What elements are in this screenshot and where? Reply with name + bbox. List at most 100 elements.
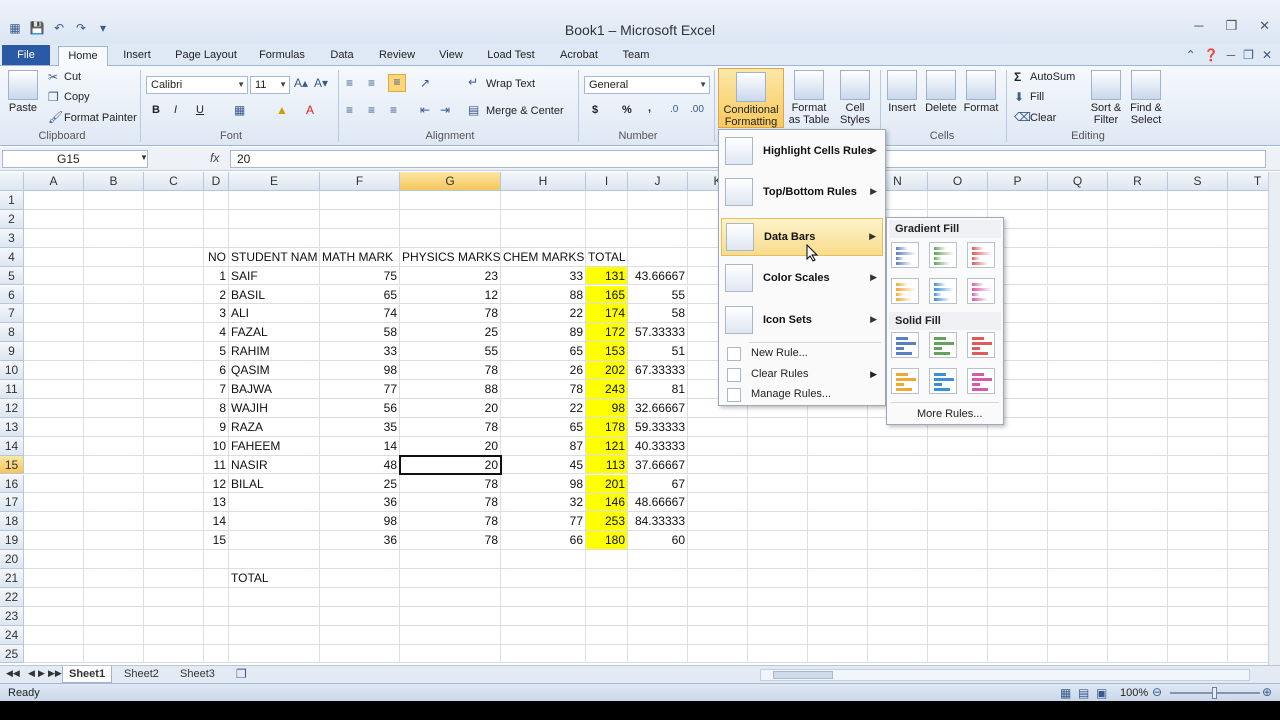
tab-load-test[interactable]: Load Test bbox=[480, 46, 542, 66]
grid-cell[interactable] bbox=[1048, 569, 1108, 588]
table-cell[interactable]: 43.66667 bbox=[628, 267, 688, 286]
grid-cell[interactable] bbox=[868, 569, 928, 588]
format-painter-button[interactable]: Format Painter bbox=[64, 112, 137, 124]
grid-cell[interactable] bbox=[24, 380, 84, 399]
table-cell[interactable]: 5 bbox=[204, 342, 229, 361]
shrink-font-icon[interactable]: A▾ bbox=[314, 76, 328, 90]
table-cell[interactable]: 58 bbox=[320, 323, 400, 342]
grid-cell[interactable] bbox=[808, 606, 868, 626]
table-cell[interactable]: 15 bbox=[204, 531, 229, 550]
table-cell[interactable]: 146 bbox=[586, 493, 628, 512]
grid-cell[interactable] bbox=[928, 191, 988, 210]
increase-decimal-icon[interactable]: .0 bbox=[670, 104, 678, 115]
table-cell[interactable]: QASIM bbox=[229, 361, 320, 380]
row-header[interactable]: 16 bbox=[0, 474, 24, 494]
next-sheet-icon[interactable]: ▶ bbox=[38, 668, 45, 679]
row-header[interactable]: 11 bbox=[0, 380, 24, 399]
decrease-decimal-icon[interactable]: .00 bbox=[690, 104, 704, 115]
tab-data[interactable]: Data bbox=[320, 46, 364, 66]
sheet-tab-sheet2[interactable]: Sheet2 bbox=[118, 666, 165, 683]
gradient-fill-data-bar-option[interactable] bbox=[929, 278, 957, 304]
column-header[interactable]: S bbox=[1168, 172, 1228, 191]
grid-cell[interactable] bbox=[1108, 247, 1168, 267]
table-cell[interactable]: 32 bbox=[501, 493, 586, 512]
table-cell[interactable]: 14 bbox=[320, 437, 400, 456]
grid-cell[interactable] bbox=[1048, 191, 1108, 210]
bold-button[interactable]: B bbox=[152, 104, 160, 116]
grid-cell[interactable] bbox=[988, 550, 1048, 569]
grid-cell[interactable] bbox=[144, 191, 204, 210]
table-cell[interactable]: 1 bbox=[204, 267, 229, 286]
grid-cell[interactable] bbox=[1168, 398, 1228, 418]
table-cell[interactable]: 98 bbox=[320, 512, 400, 531]
grid-cell[interactable] bbox=[144, 304, 204, 324]
grid-cell[interactable] bbox=[229, 625, 320, 645]
grid-cell[interactable] bbox=[748, 606, 808, 626]
grid-cell[interactable] bbox=[1168, 228, 1228, 248]
table-cell[interactable]: 25 bbox=[320, 475, 400, 494]
grid-cell[interactable] bbox=[928, 625, 988, 645]
currency-button[interactable]: $ bbox=[592, 104, 598, 116]
grid-cell[interactable] bbox=[586, 228, 628, 248]
grid-cell[interactable] bbox=[988, 644, 1048, 664]
grid-cell[interactable] bbox=[84, 342, 144, 362]
column-header[interactable]: C bbox=[144, 172, 204, 191]
grid-cell[interactable] bbox=[1228, 456, 1268, 475]
grid-cell[interactable] bbox=[868, 474, 928, 494]
grid-cell[interactable] bbox=[1048, 304, 1108, 324]
header-student-name[interactable]: STUDENT NAM bbox=[229, 248, 320, 267]
table-cell[interactable]: 33 bbox=[501, 267, 586, 286]
grid-cell[interactable] bbox=[688, 569, 748, 588]
menu-new-rule[interactable]: New Rule... bbox=[723, 344, 881, 364]
grid-cell[interactable] bbox=[586, 587, 628, 607]
grid-cell[interactable] bbox=[688, 587, 748, 607]
grid-cell[interactable] bbox=[1228, 493, 1268, 513]
row-header[interactable]: 15 bbox=[0, 455, 24, 475]
grid-cell[interactable] bbox=[1048, 587, 1108, 607]
grid-cell[interactable] bbox=[320, 191, 400, 210]
table-cell[interactable]: 60 bbox=[628, 531, 688, 550]
row-header[interactable]: 25 bbox=[0, 644, 24, 664]
grow-font-icon[interactable]: A▴ bbox=[294, 76, 308, 90]
grid-cell[interactable] bbox=[808, 512, 868, 532]
grid-cell[interactable] bbox=[320, 644, 400, 664]
grid-cell[interactable] bbox=[84, 606, 144, 626]
grid-cell[interactable] bbox=[24, 209, 84, 229]
grid-cell[interactable] bbox=[84, 247, 144, 267]
grid-cell[interactable] bbox=[204, 209, 229, 229]
table-cell[interactable]: 113 bbox=[586, 456, 628, 475]
column-header[interactable]: I bbox=[586, 172, 628, 191]
name-box[interactable]: G15 bbox=[2, 150, 148, 168]
page-layout-view-icon[interactable]: ▤ bbox=[1078, 686, 1089, 700]
table-cell[interactable]: 9 bbox=[204, 418, 229, 437]
total-label[interactable]: TOTAL bbox=[229, 569, 320, 588]
table-cell[interactable]: RAHIM bbox=[229, 342, 320, 361]
gradient-fill-data-bar-option[interactable] bbox=[891, 278, 919, 304]
grid-cell[interactable] bbox=[400, 191, 501, 210]
grid-cell[interactable] bbox=[84, 285, 144, 305]
grid-cell[interactable] bbox=[24, 304, 84, 324]
grid-cell[interactable] bbox=[144, 606, 204, 626]
table-cell[interactable]: 174 bbox=[586, 304, 628, 323]
name-box-dropdown-icon[interactable]: ▼ bbox=[140, 153, 148, 162]
grid-cell[interactable] bbox=[144, 531, 204, 551]
grid-cell[interactable] bbox=[688, 417, 748, 437]
column-header[interactable]: O bbox=[928, 172, 988, 191]
grid-cell[interactable] bbox=[868, 512, 928, 532]
grid-cell[interactable] bbox=[1048, 531, 1108, 551]
menu-icon-sets[interactable]: Icon Sets ▶ bbox=[721, 302, 883, 340]
row-header[interactable]: 14 bbox=[0, 436, 24, 456]
grid-cell[interactable] bbox=[204, 625, 229, 645]
grid-cell[interactable] bbox=[1228, 531, 1268, 551]
table-cell[interactable]: 202 bbox=[586, 361, 628, 380]
grid-cell[interactable] bbox=[1108, 531, 1168, 551]
table-cell[interactable]: 48.66667 bbox=[628, 493, 688, 512]
zoom-out-icon[interactable]: ⊖ bbox=[1152, 685, 1162, 699]
tab-formulas[interactable]: Formulas bbox=[252, 46, 312, 66]
table-cell[interactable]: BILAL bbox=[229, 475, 320, 494]
grid-cell[interactable] bbox=[1048, 625, 1108, 645]
grid-cell[interactable] bbox=[748, 587, 808, 607]
header-no[interactable]: NO bbox=[204, 248, 229, 267]
table-cell[interactable]: 67.33333 bbox=[628, 361, 688, 380]
insert-sheet-icon[interactable]: ❐ bbox=[236, 667, 247, 681]
